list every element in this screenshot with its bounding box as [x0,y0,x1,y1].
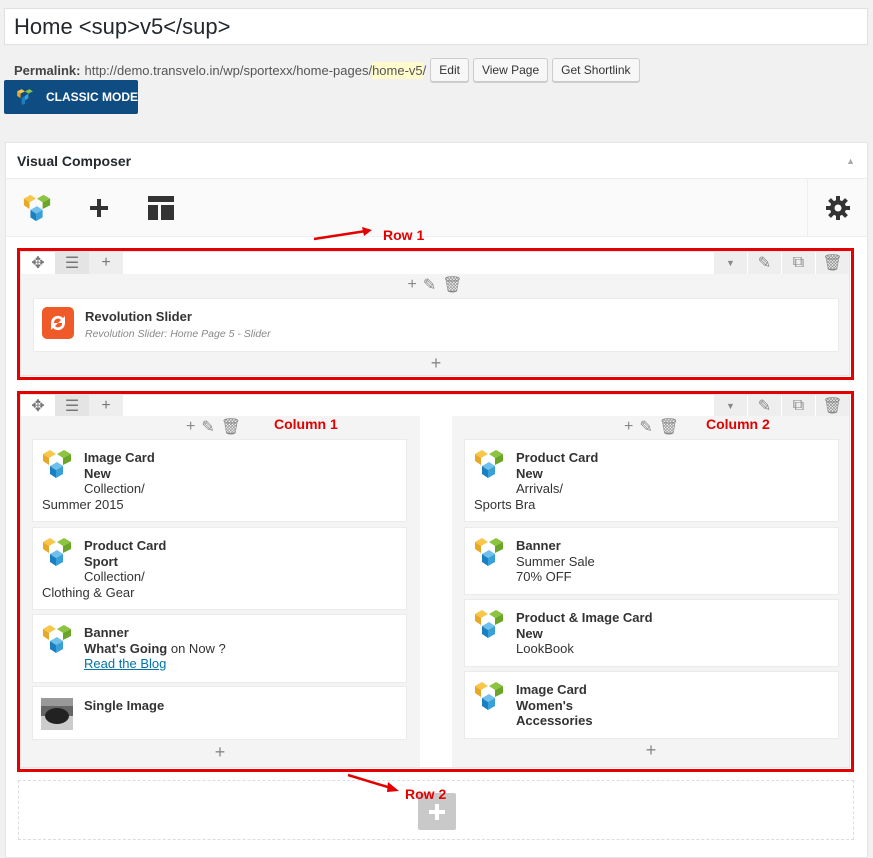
permalink-url[interactable]: http://demo.transvelo.in/wp/sportexx/hom… [84,63,372,78]
vc-title: Visual Composer [17,152,132,169]
vc-logo-icon[interactable] [6,179,68,237]
row2-highlight [17,391,854,772]
templates-button[interactable] [130,179,192,237]
classic-mode-button[interactable]: CLASSIC MODE [4,80,138,114]
edit-permalink-button[interactable]: Edit [430,58,469,82]
vc-logo-icon [4,88,46,106]
gear-icon [825,196,850,220]
permalink-row: Permalink: http://demo.transvelo.in/wp/s… [14,58,640,82]
row2-label: Row 2 [405,786,447,802]
arrow-row2 [347,773,399,792]
collapse-icon[interactable]: ▲ [846,156,855,166]
vc-header: Visual Composer ▲ [6,143,867,179]
plus-icon [90,198,108,217]
vc-toolbar [6,179,867,237]
get-shortlink-button[interactable]: Get Shortlink [552,58,640,82]
post-title-input[interactable]: Home <sup>v5</sup> [4,8,868,45]
add-element-button[interactable] [68,179,130,237]
row1-highlight [17,248,854,380]
layout-icon [148,195,174,220]
permalink-label: Permalink: [14,62,81,78]
row1-label: Row 1 [383,227,425,243]
col1-label: Column 1 [274,416,338,432]
classic-mode-label: CLASSIC MODE [46,90,139,104]
permalink-slug[interactable]: home-v5 [372,61,423,79]
col2-label: Column 2 [706,416,770,432]
plus-icon [429,803,445,820]
arrow-row1 [313,227,372,241]
permalink-trailing: / [422,62,427,78]
view-page-button[interactable]: View Page [472,58,549,82]
settings-button[interactable] [807,179,867,237]
